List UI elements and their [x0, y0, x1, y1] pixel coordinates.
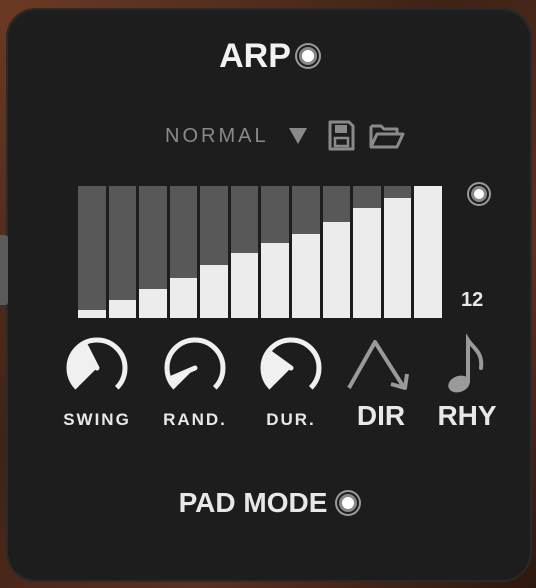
knob-gap [172, 384, 218, 400]
preset-name[interactable]: NORMAL [165, 125, 269, 148]
step-bar-fill [108, 299, 137, 318]
dropdown-arrow-icon[interactable] [288, 128, 307, 144]
swing-control[interactable]: SWING [52, 334, 142, 430]
swing-label: SWING [63, 410, 131, 429]
knob-gap [268, 384, 314, 400]
duration-control[interactable]: DUR. [246, 334, 336, 430]
step-bar-fill [322, 221, 351, 318]
step-bar-fill [139, 288, 167, 318]
step-bar-fill [292, 233, 320, 318]
rhythm-control[interactable]: RHY [422, 334, 512, 432]
save-icon[interactable] [327, 120, 355, 152]
step-bar-fill [78, 310, 106, 318]
step-count[interactable]: 12 [461, 289, 483, 312]
step-bar-11[interactable] [383, 186, 412, 318]
folder-open-icon[interactable] [369, 122, 405, 150]
step-bar-fill [261, 242, 290, 318]
step-bar-8[interactable] [292, 186, 320, 318]
knob-gap [74, 384, 120, 400]
duration-knob[interactable] [255, 334, 327, 402]
direction-control[interactable]: DIR [336, 334, 426, 432]
pad-mode-label: PAD MODE [178, 487, 328, 518]
step-bar-fill [169, 278, 198, 318]
step-bar-6[interactable] [230, 186, 259, 318]
step-bar-fill [383, 197, 412, 318]
random-label: RAND. [163, 410, 227, 429]
step-bar-9[interactable] [322, 186, 351, 318]
step-bar-fill [414, 186, 442, 318]
side-tab [0, 235, 8, 305]
pad-mode-led[interactable] [339, 494, 358, 512]
duration-label: DUR. [266, 410, 316, 429]
step-sequencer[interactable] [78, 186, 442, 318]
step-bar-fill [230, 253, 259, 318]
swing-knob[interactable] [61, 334, 133, 402]
preset-selector: NORMAL [165, 118, 465, 154]
step-bar-5[interactable] [200, 186, 228, 318]
sequencer-led[interactable] [471, 186, 487, 202]
step-bar-3[interactable] [139, 186, 167, 318]
step-bar-1[interactable] [78, 186, 106, 318]
random-knob[interactable] [159, 334, 231, 402]
arp-title: ARP [219, 36, 291, 75]
arp-header: ARP [0, 36, 536, 76]
random-control[interactable]: RAND. [150, 334, 240, 430]
step-bar-4[interactable] [169, 186, 198, 318]
step-bar-7[interactable] [261, 186, 290, 318]
direction-label: DIR [356, 400, 406, 431]
eighth-note-icon[interactable] [437, 334, 497, 398]
step-bar-12[interactable] [414, 186, 442, 318]
direction-icon[interactable] [341, 334, 421, 398]
step-bar-fill [353, 208, 381, 318]
step-bar-10[interactable] [353, 186, 381, 318]
step-bar-2[interactable] [108, 186, 137, 318]
arp-power-led[interactable] [298, 47, 317, 65]
rhythm-label: RHY [437, 400, 497, 431]
arp-controls: SWING RAND. DUR. DIR RHY [52, 334, 512, 434]
pad-mode-row: PAD MODE [0, 483, 536, 523]
step-bar-fill [200, 265, 228, 318]
